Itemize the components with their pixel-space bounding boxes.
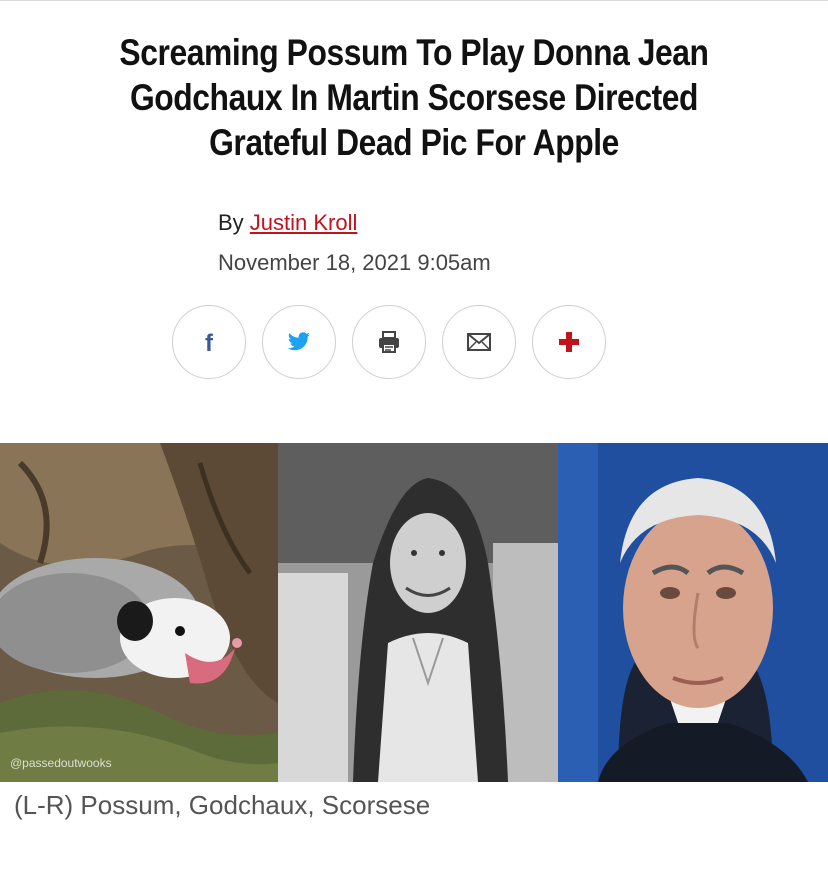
twitter-share-button[interactable] [262,305,336,379]
photo-watermark: @passedoutwooks [10,756,112,770]
plus-icon [559,332,579,352]
photo-collage: @passedoutwooks [0,443,828,782]
possum-photo: @passedoutwooks [0,443,278,782]
godchaux-photo [278,443,558,782]
twitter-icon [288,332,310,351]
more-share-button[interactable] [532,305,606,379]
headline-line-3: Grateful Dead Pic For Apple [209,122,619,163]
email-share-button[interactable] [442,305,516,379]
byline-prefix: By [218,210,250,235]
byline: By Justin Kroll [218,210,357,236]
print-share-button[interactable] [352,305,426,379]
svg-text:f: f [205,330,214,355]
scorsese-photo [558,443,828,782]
top-divider [0,0,828,1]
headline-line-2: Godchaux In Martin Scorsese Directed [129,77,699,118]
print-icon [379,331,399,353]
author-link[interactable]: Justin Kroll [250,210,358,235]
facebook-share-button[interactable]: f [172,305,246,379]
publish-date: November 18, 2021 9:05am [218,250,491,275]
facebook-icon: f [205,330,214,355]
headline-line-1: Screaming Possum To Play Donna Jean [119,32,709,73]
share-bar: f [172,305,606,379]
photo-caption: (L-R) Possum, Godchaux, Scorsese [14,790,431,820]
email-icon [467,333,491,351]
article-headline: Screaming Possum To Play Donna Jean Godc… [75,30,753,165]
